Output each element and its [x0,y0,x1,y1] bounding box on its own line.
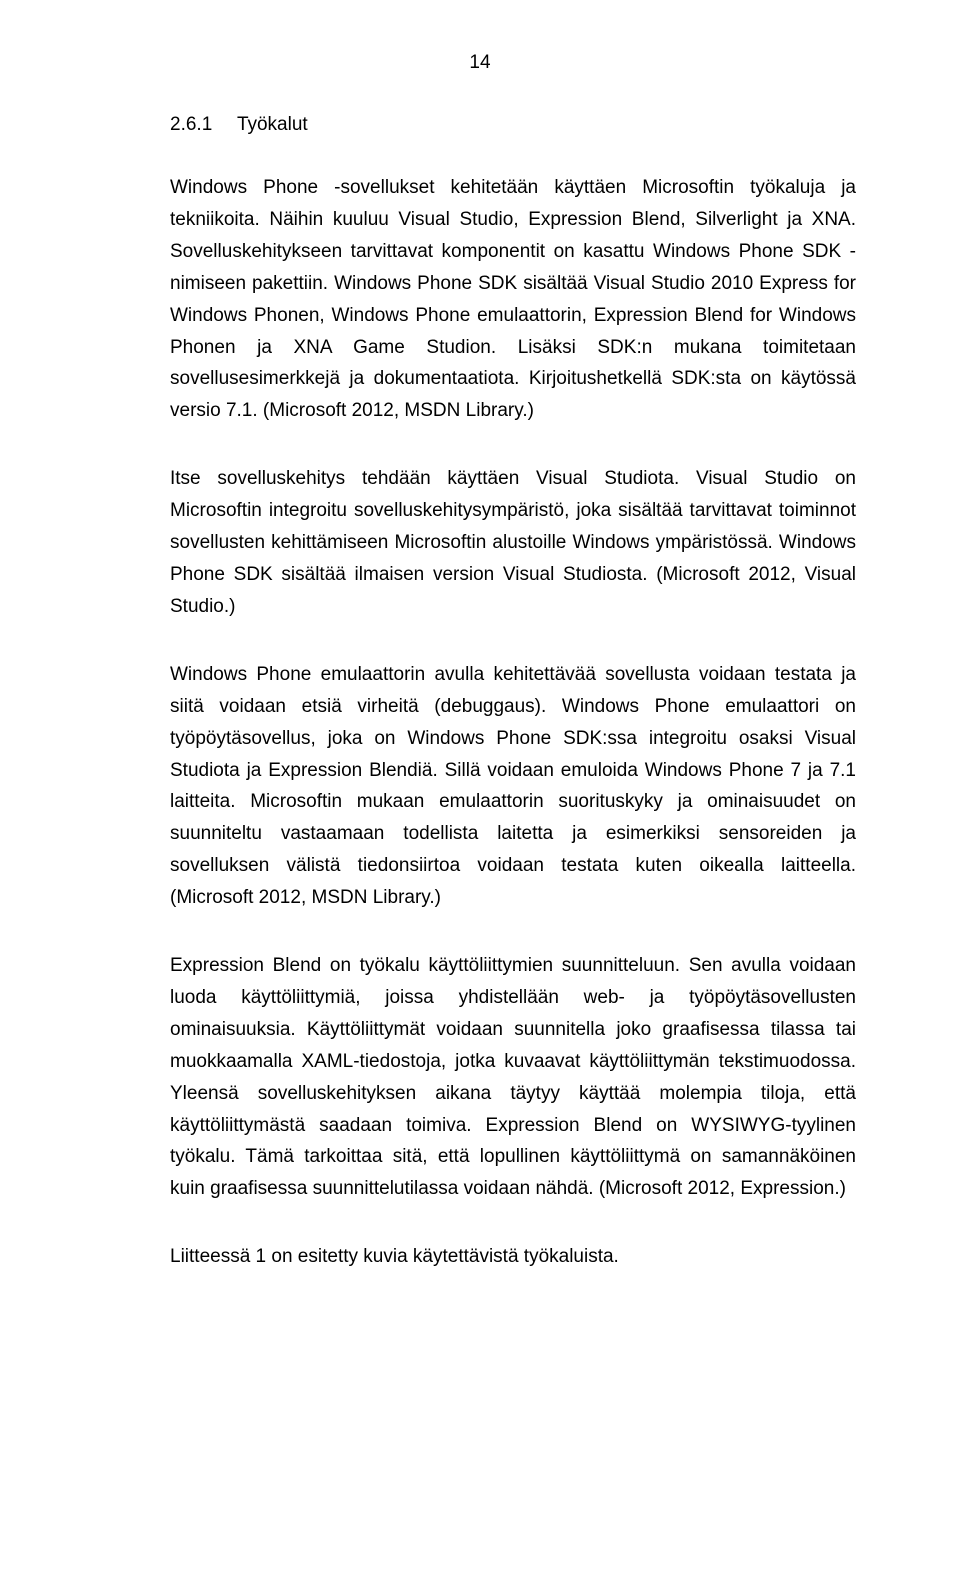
section-heading: 2.6.1 Työkalut [170,114,856,136]
paragraph-5: Liitteessä 1 on esitetty kuvia käytettäv… [170,1241,856,1273]
paragraph-1: Windows Phone -sovellukset kehitetään kä… [170,172,856,427]
section-title: Työkalut [237,114,308,135]
paragraph-4: Expression Blend on työkalu käyttöliitty… [170,950,856,1205]
page-number: 14 [469,52,490,74]
page-content: 2.6.1 Työkalut Windows Phone -sovellukse… [170,114,856,1273]
paragraph-2: Itse sovelluskehitys tehdään käyttäen Vi… [170,463,856,623]
section-number: 2.6.1 [170,114,232,136]
document-page: 14 2.6.1 Työkalut Windows Phone -sovellu… [0,0,960,1594]
paragraph-3: Windows Phone emulaattorin avulla kehite… [170,659,856,914]
